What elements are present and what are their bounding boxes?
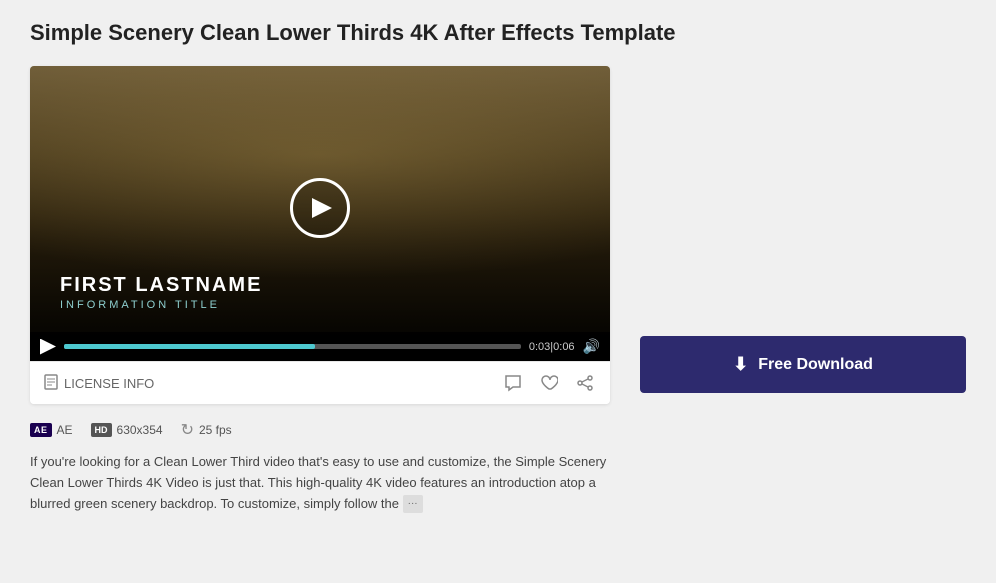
time-total: 0:06 bbox=[553, 341, 574, 353]
description-content: If you're looking for a Clean Lower Thir… bbox=[30, 454, 606, 511]
read-more-button[interactable]: ··· bbox=[403, 495, 423, 513]
lower-third: FIRST LASTNAME INFORMATION TITLE bbox=[60, 274, 262, 311]
fps-label: 25 fps bbox=[199, 423, 232, 437]
free-download-button[interactable]: ⬇ Free Download bbox=[640, 336, 966, 393]
lower-third-name: FIRST LASTNAME bbox=[60, 274, 262, 297]
ae-icon: AE bbox=[30, 423, 52, 437]
software-label: AE bbox=[57, 423, 73, 437]
left-column: FIRST LASTNAME INFORMATION TITLE 0:03|0:… bbox=[30, 66, 610, 514]
download-label: Free Download bbox=[758, 356, 873, 374]
footer-actions bbox=[502, 372, 596, 394]
share-button[interactable] bbox=[574, 372, 596, 394]
video-footer: LICENSE INFO bbox=[30, 361, 610, 404]
license-info-label: LICENSE INFO bbox=[64, 376, 154, 391]
fps-icon: ↻ bbox=[181, 420, 194, 440]
video-controls: 0:03|0:06 🔊 bbox=[30, 332, 610, 361]
play-button[interactable] bbox=[290, 178, 350, 238]
like-button[interactable] bbox=[538, 372, 560, 394]
resolution-label: 630x354 bbox=[117, 423, 163, 437]
video-container: FIRST LASTNAME INFORMATION TITLE 0:03|0:… bbox=[30, 66, 610, 404]
progress-fill bbox=[64, 344, 315, 349]
document-icon bbox=[44, 374, 58, 393]
volume-icon[interactable]: 🔊 bbox=[583, 338, 600, 355]
time-current: 0:03 bbox=[529, 341, 550, 353]
time-display: 0:03|0:06 bbox=[529, 341, 575, 353]
comment-button[interactable] bbox=[502, 372, 524, 394]
resolution-badge: HD 630x354 bbox=[91, 423, 163, 437]
download-icon: ⬇ bbox=[733, 354, 748, 375]
software-badge: AE AE bbox=[30, 423, 73, 437]
progress-bar[interactable] bbox=[64, 344, 521, 349]
right-column: ⬇ Free Download bbox=[640, 66, 966, 393]
license-info-button[interactable]: LICENSE INFO bbox=[44, 374, 154, 393]
description-text: If you're looking for a Clean Lower Thir… bbox=[30, 452, 610, 514]
lower-third-title: INFORMATION TITLE bbox=[60, 299, 262, 311]
page-title: Simple Scenery Clean Lower Thirds 4K Aft… bbox=[30, 20, 966, 46]
play-triangle-icon bbox=[312, 198, 332, 218]
fps-badge: ↻ 25 fps bbox=[181, 420, 232, 440]
video-preview: FIRST LASTNAME INFORMATION TITLE 0:03|0:… bbox=[30, 66, 610, 361]
play-pause-button[interactable] bbox=[40, 339, 56, 355]
meta-row: AE AE HD 630x354 ↻ 25 fps bbox=[30, 420, 610, 440]
hd-icon: HD bbox=[91, 423, 112, 437]
